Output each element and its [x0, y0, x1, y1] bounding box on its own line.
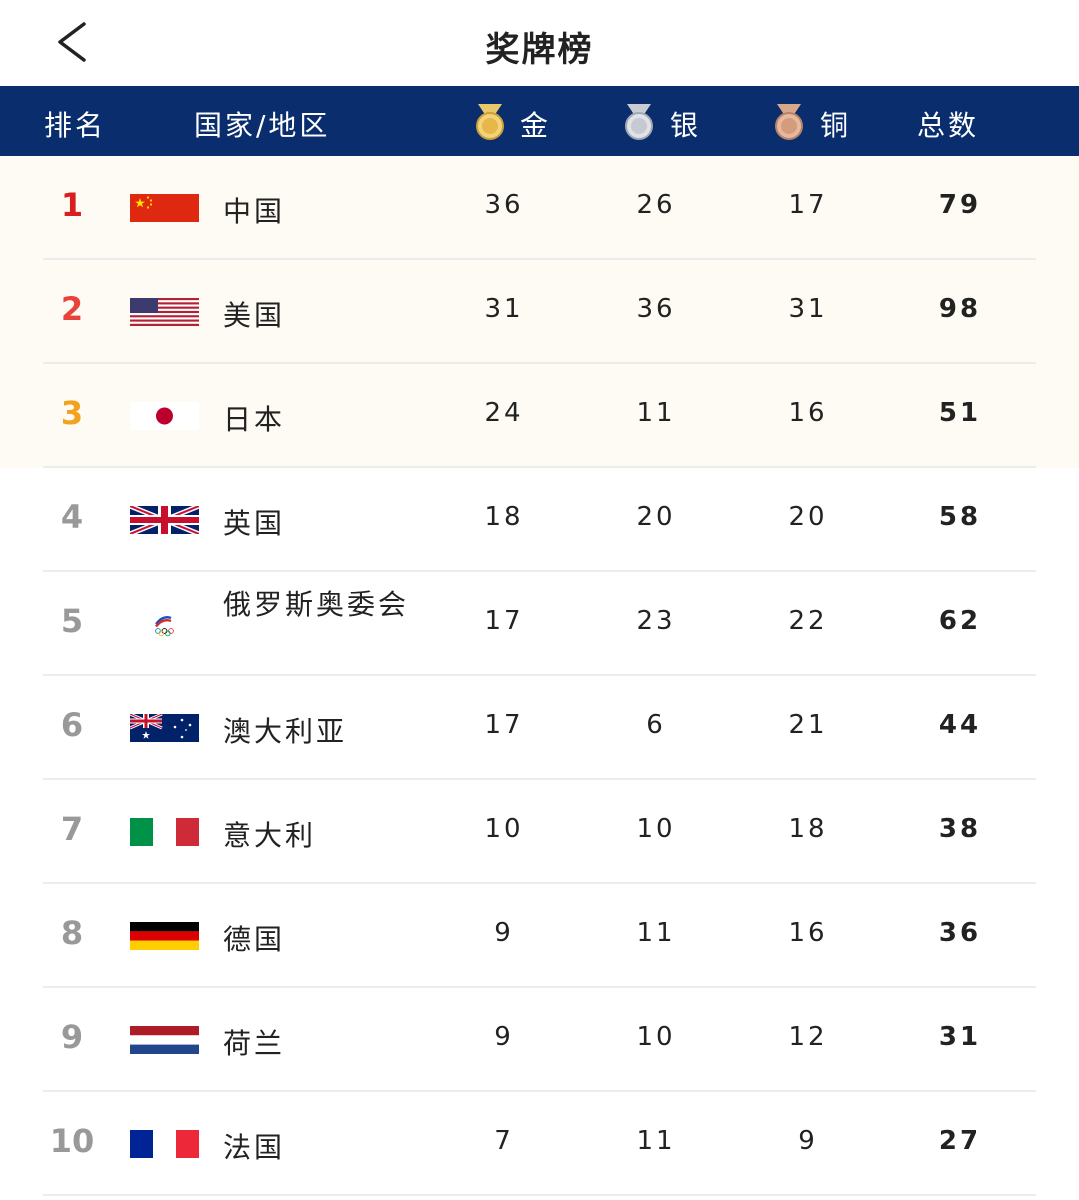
page-title: 奖牌榜: [485, 30, 594, 70]
total-count: 44: [938, 710, 982, 740]
gold-count: 18: [484, 502, 524, 532]
total-count: 51: [938, 398, 982, 428]
gold-count: 17: [484, 606, 524, 636]
silver-count: 20: [636, 502, 676, 532]
rank-number: 5: [60, 602, 84, 640]
country-name: 意大利: [223, 819, 317, 852]
total-count: 27: [938, 1126, 982, 1156]
row-divider: [43, 1194, 1036, 1196]
silver-count: 26: [636, 190, 676, 220]
bronze-medal-icon: [775, 104, 803, 140]
total-count: 58: [938, 502, 982, 532]
country-name: 法国: [223, 1131, 286, 1164]
rank-number: 10: [49, 1122, 95, 1160]
gold-count: 10: [484, 814, 524, 844]
total-count: 38: [938, 814, 982, 844]
country-name: 英国: [223, 507, 286, 540]
country-name: 美国: [223, 299, 286, 332]
gold-count: 36: [484, 190, 524, 220]
country-name: 中国: [223, 195, 286, 228]
gold-count: 9: [494, 1022, 514, 1052]
usa-flag-icon: [130, 298, 199, 326]
header-bronze: 铜: [820, 109, 852, 142]
bronze-count: 17: [788, 190, 828, 220]
australia-flag-icon: [130, 714, 199, 742]
country-name: 澳大利亚: [223, 715, 348, 748]
uk-flag-icon: [130, 506, 199, 534]
italy-flag-icon: [130, 818, 199, 846]
bronze-count: 12: [788, 1022, 828, 1052]
table-row[interactable]: 4 英国 18 20 20 58: [0, 468, 1079, 572]
china-flag-icon: [130, 194, 199, 222]
bronze-count: 16: [788, 398, 828, 428]
silver-count: 11: [636, 1126, 676, 1156]
table-row[interactable]: 1 中国 36 26 17 79: [0, 156, 1079, 260]
header-total: 总数: [917, 109, 980, 142]
gold-count: 9: [494, 918, 514, 948]
silver-count: 6: [646, 710, 666, 740]
rank-number: 7: [60, 810, 84, 848]
total-count: 98: [938, 294, 982, 324]
bronze-count: 22: [788, 606, 828, 636]
rank-number: 8: [60, 914, 84, 952]
total-count: 79: [938, 190, 982, 220]
header-country: 国家/地区: [194, 109, 331, 142]
silver-count: 10: [636, 1022, 676, 1052]
country-name: 俄罗斯奥委会: [223, 588, 410, 621]
roc-emblem-icon: [130, 610, 199, 638]
bronze-count: 18: [788, 814, 828, 844]
header-gold: 金: [520, 109, 552, 142]
netherlands-flag-icon: [130, 1026, 199, 1054]
rank-number: 6: [60, 706, 84, 744]
bronze-count: 20: [788, 502, 828, 532]
silver-count: 11: [636, 398, 676, 428]
country-name: 日本: [223, 403, 286, 436]
germany-flag-icon: [130, 922, 199, 950]
rank-number: 1: [60, 186, 84, 224]
table-row[interactable]: 7 意大利 10 10 18 38: [0, 780, 1079, 884]
table-row[interactable]: 2 美国 31 36 31 98: [0, 260, 1079, 364]
total-count: 62: [938, 606, 982, 636]
table-row[interactable]: 6 澳大利亚 17 6 21 44: [0, 676, 1079, 780]
japan-flag-icon: [130, 402, 199, 430]
bronze-count: 9: [798, 1126, 818, 1156]
table-row[interactable]: 5 俄罗斯奥委会 17 23 22 62: [0, 572, 1079, 676]
rank-number: 2: [60, 290, 84, 328]
silver-count: 23: [636, 606, 676, 636]
table-header: 排名 国家/地区 金 银 铜 总数: [0, 86, 1079, 156]
rank-number: 9: [60, 1018, 84, 1056]
header-rank: 排名: [44, 109, 107, 142]
bronze-count: 21: [788, 710, 828, 740]
country-name: 德国: [223, 923, 286, 956]
table-row[interactable]: 10 法国 7 11 9 27: [0, 1092, 1079, 1196]
table-row[interactable]: 8 德国 9 11 16 36: [0, 884, 1079, 988]
rank-number: 3: [60, 394, 84, 432]
silver-medal-icon: [625, 104, 653, 140]
total-count: 36: [938, 918, 982, 948]
silver-count: 10: [636, 814, 676, 844]
country-name: 荷兰: [223, 1027, 286, 1060]
bronze-count: 16: [788, 918, 828, 948]
table-row[interactable]: 3 日本 24 11 16 51: [0, 364, 1079, 468]
silver-count: 11: [636, 918, 676, 948]
gold-count: 31: [484, 294, 524, 324]
total-count: 31: [938, 1022, 982, 1052]
top-bar: 奖牌榜: [0, 0, 1079, 86]
header-silver: 银: [670, 109, 702, 142]
table-row[interactable]: 9 荷兰 9 10 12 31: [0, 988, 1079, 1092]
silver-count: 36: [636, 294, 676, 324]
gold-count: 7: [494, 1126, 514, 1156]
france-flag-icon: [130, 1130, 199, 1158]
bronze-count: 31: [788, 294, 828, 324]
gold-count: 17: [484, 710, 524, 740]
gold-count: 24: [484, 398, 524, 428]
gold-medal-icon: [476, 104, 504, 140]
rank-number: 4: [60, 498, 84, 536]
